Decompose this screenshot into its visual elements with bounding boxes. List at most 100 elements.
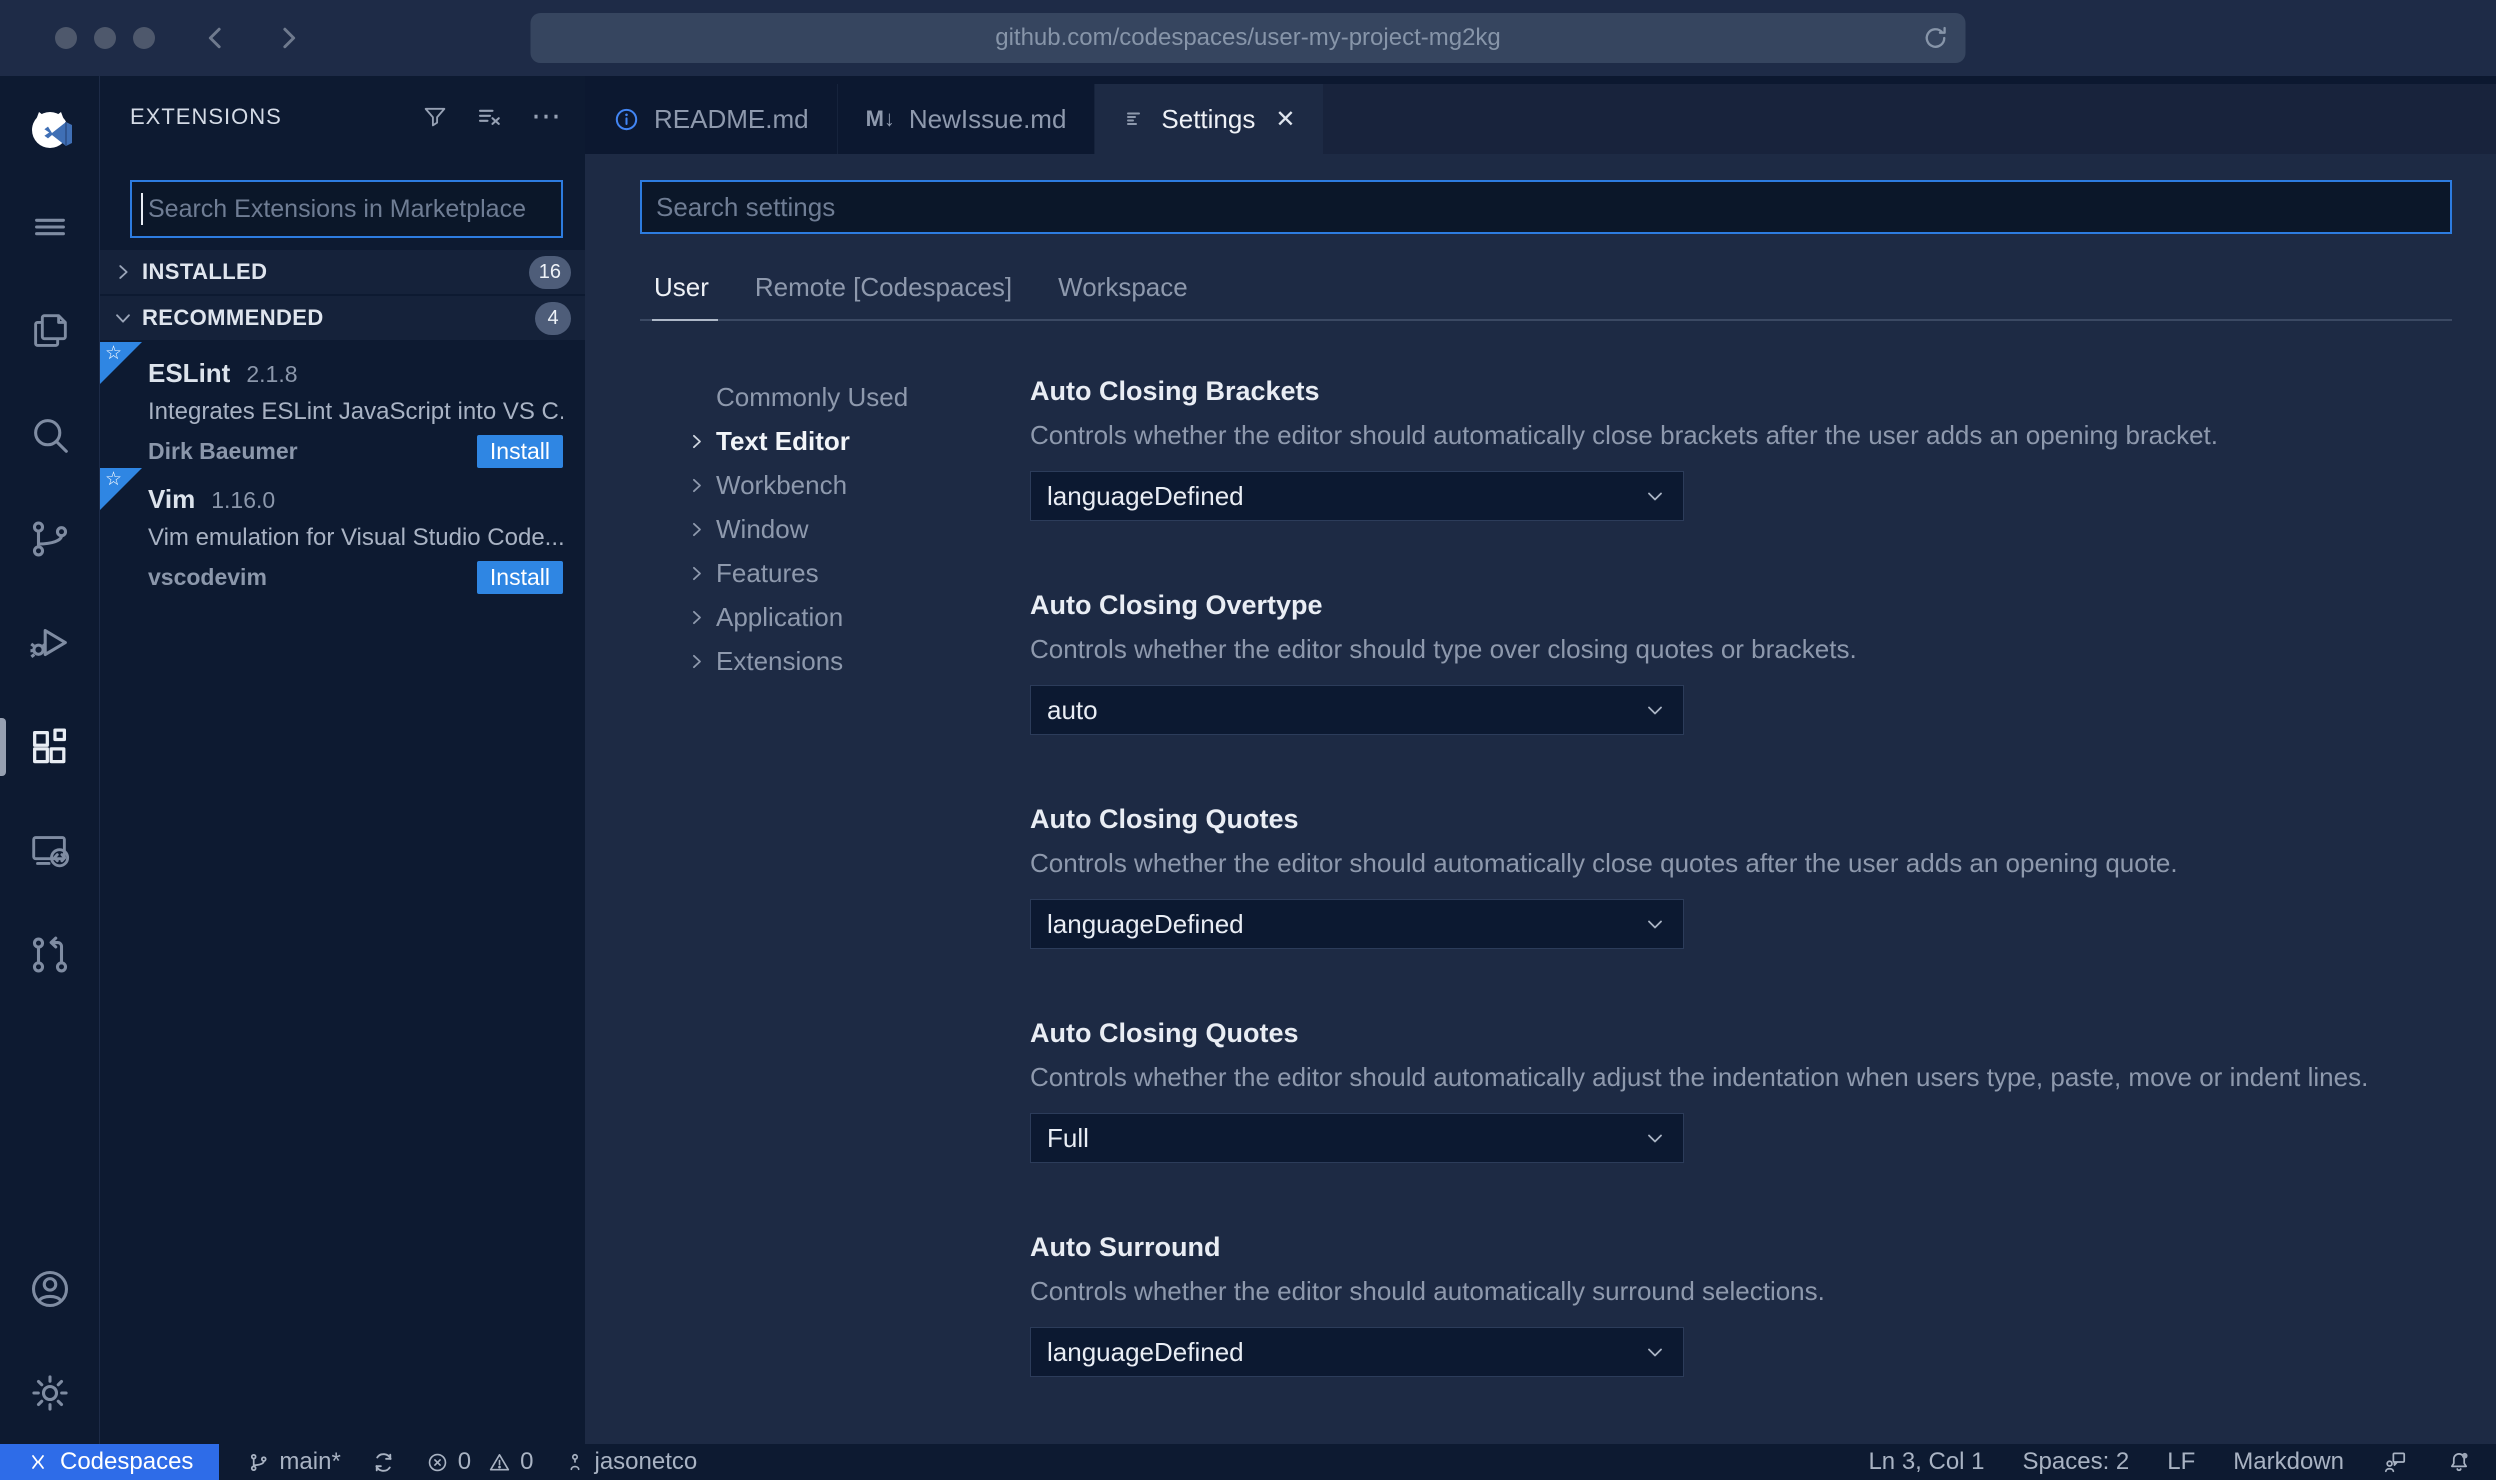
problems-status[interactable]: 0 0 — [426, 1448, 534, 1476]
settings-search-input[interactable] — [640, 180, 2452, 234]
cursor-position[interactable]: Ln 3, Col 1 — [1868, 1448, 1984, 1476]
branch-label: main* — [279, 1448, 341, 1475]
extension-publisher: vscodevim — [148, 564, 267, 590]
remote-explorer-icon[interactable] — [0, 828, 99, 874]
source-control-icon[interactable] — [0, 516, 99, 562]
toc-label: Workbench — [716, 469, 848, 500]
scope-tab-workspace[interactable]: Workspace — [1058, 272, 1188, 303]
chevron-down-icon — [1643, 1340, 1667, 1364]
settings-toc: Commonly Used Text Editor Workbench Wind… — [640, 321, 1030, 1444]
setting-title: Auto Closing Brackets — [1030, 376, 1320, 406]
install-button[interactable]: Install — [476, 435, 563, 468]
more-actions-icon[interactable]: ⋯ — [531, 102, 561, 132]
error-count: 0 — [457, 1448, 472, 1475]
chevron-right-icon — [686, 651, 716, 672]
back-icon[interactable] — [201, 23, 231, 53]
setting-description: Controls whether the editor should autom… — [1030, 1276, 1825, 1306]
tab-newissue[interactable]: M↓ NewIssue.md — [837, 84, 1096, 154]
setting-auto-closing-overtype: Auto Closing Overtype Controls whether t… — [1030, 589, 2452, 735]
git-branch-icon — [247, 1451, 270, 1474]
warning-icon — [488, 1451, 511, 1474]
maximize-window-button[interactable] — [133, 27, 155, 49]
menu-icon[interactable] — [0, 204, 99, 250]
indentation[interactable]: Spaces: 2 — [2023, 1448, 2130, 1476]
section-recommended[interactable]: RECOMMENDED 4 — [100, 296, 585, 340]
settings-gear-icon[interactable] — [0, 1370, 99, 1416]
branch-status[interactable]: main* — [247, 1448, 341, 1476]
activity-bar — [0, 76, 100, 1444]
toc-label: Extensions — [716, 645, 844, 676]
sidebar-title: EXTENSIONS — [130, 104, 282, 129]
chevron-right-icon — [686, 563, 716, 584]
setting-auto-closing-quotes: Auto Closing Quotes Controls whether the… — [1030, 803, 2452, 949]
notifications-bell-icon[interactable] — [2446, 1449, 2472, 1475]
forward-icon[interactable] — [273, 23, 303, 53]
setting-dropdown[interactable]: languageDefined — [1030, 471, 1684, 521]
chevron-down-icon — [1643, 1126, 1667, 1150]
toc-workbench[interactable]: Workbench — [686, 463, 1030, 507]
explorer-icon[interactable] — [0, 308, 99, 354]
extensions-icon[interactable] — [0, 718, 99, 776]
codespaces-status-badge[interactable]: Codespaces — [0, 1444, 220, 1480]
refresh-icon[interactable] — [1922, 24, 1950, 52]
account-icon[interactable] — [0, 1266, 99, 1312]
toc-commonly-used[interactable]: Commonly Used — [686, 375, 1030, 419]
extension-row-eslint[interactable]: ☆ ESLint 2.1.8 Integrates ESLint JavaScr… — [100, 342, 585, 468]
extension-version: 1.16.0 — [211, 487, 276, 513]
warning-count: 0 — [520, 1448, 534, 1475]
url-text: github.com/codespaces/user-my-project-mg… — [995, 24, 1501, 51]
clear-extensions-search-icon[interactable] — [475, 102, 505, 132]
section-installed[interactable]: INSTALLED 16 — [100, 250, 585, 294]
scope-tab-user[interactable]: User — [654, 272, 709, 303]
filter-icon[interactable] — [421, 103, 449, 131]
search-icon[interactable] — [0, 412, 99, 458]
setting-dropdown[interactable]: languageDefined — [1030, 899, 1684, 949]
setting-dropdown[interactable]: auto — [1030, 685, 1684, 735]
chevron-right-icon — [112, 261, 142, 283]
scope-tab-remote[interactable]: Remote [Codespaces] — [755, 272, 1012, 303]
toc-features[interactable]: Features — [686, 551, 1030, 595]
toc-application[interactable]: Application — [686, 595, 1030, 639]
close-tab-icon[interactable]: ✕ — [1275, 105, 1295, 134]
extensions-search — [130, 180, 563, 238]
toc-extensions[interactable]: Extensions — [686, 639, 1030, 683]
run-debug-icon[interactable] — [0, 620, 99, 666]
extensions-search-input[interactable] — [130, 180, 563, 238]
extension-description: Vim emulation for Visual Studio Code... — [148, 524, 563, 551]
toc-text-editor[interactable]: Text Editor — [686, 419, 1030, 463]
markdown-icon: M↓ — [865, 106, 895, 131]
github-vscode-logo — [0, 106, 99, 158]
star-icon: ☆ — [105, 469, 123, 490]
settings-list-icon — [1123, 107, 1147, 131]
extension-name: ESLint — [148, 358, 231, 388]
tab-settings[interactable]: Settings ✕ — [1095, 84, 1324, 154]
language-mode[interactable]: Markdown — [2233, 1448, 2344, 1476]
tab-strip-filler — [1323, 84, 2496, 154]
settings-list: Auto Closing Brackets Controls whether t… — [1030, 321, 2452, 1444]
setting-auto-surround: Auto Surround Controls whether the edito… — [1030, 1231, 2452, 1377]
extension-row-vim[interactable]: ☆ Vim 1.16.0 Vim emulation for Visual St… — [100, 468, 585, 594]
tab-readme[interactable]: README.md — [585, 84, 838, 154]
feedback-icon[interactable] — [2382, 1449, 2408, 1475]
toc-window[interactable]: Window — [686, 507, 1030, 551]
minimize-window-button[interactable] — [94, 27, 116, 49]
chevron-right-icon — [686, 431, 716, 452]
account-label: jasonetco — [594, 1448, 698, 1475]
chevron-right-icon — [686, 475, 716, 496]
close-window-button[interactable] — [55, 27, 77, 49]
setting-description: Controls whether the editor should autom… — [1030, 848, 2178, 878]
settings-scope-tabs: User Remote [Codespaces] Workspace — [640, 272, 2452, 303]
account-status[interactable]: jasonetco — [564, 1448, 698, 1476]
setting-title: Auto Surround — [1030, 1232, 1221, 1262]
eol-sequence[interactable]: LF — [2167, 1448, 2195, 1476]
setting-dropdown[interactable]: languageDefined — [1030, 1327, 1684, 1377]
tab-label: README.md — [654, 103, 809, 134]
sync-icon[interactable] — [371, 1450, 396, 1475]
chevron-down-icon — [1643, 698, 1667, 722]
text-cursor — [141, 193, 143, 225]
setting-dropdown[interactable]: Full — [1030, 1113, 1684, 1163]
pull-requests-icon[interactable] — [0, 932, 99, 978]
address-bar[interactable]: github.com/codespaces/user-my-project-mg… — [530, 13, 1966, 63]
install-button[interactable]: Install — [476, 561, 563, 594]
active-view-indicator — [0, 718, 6, 776]
